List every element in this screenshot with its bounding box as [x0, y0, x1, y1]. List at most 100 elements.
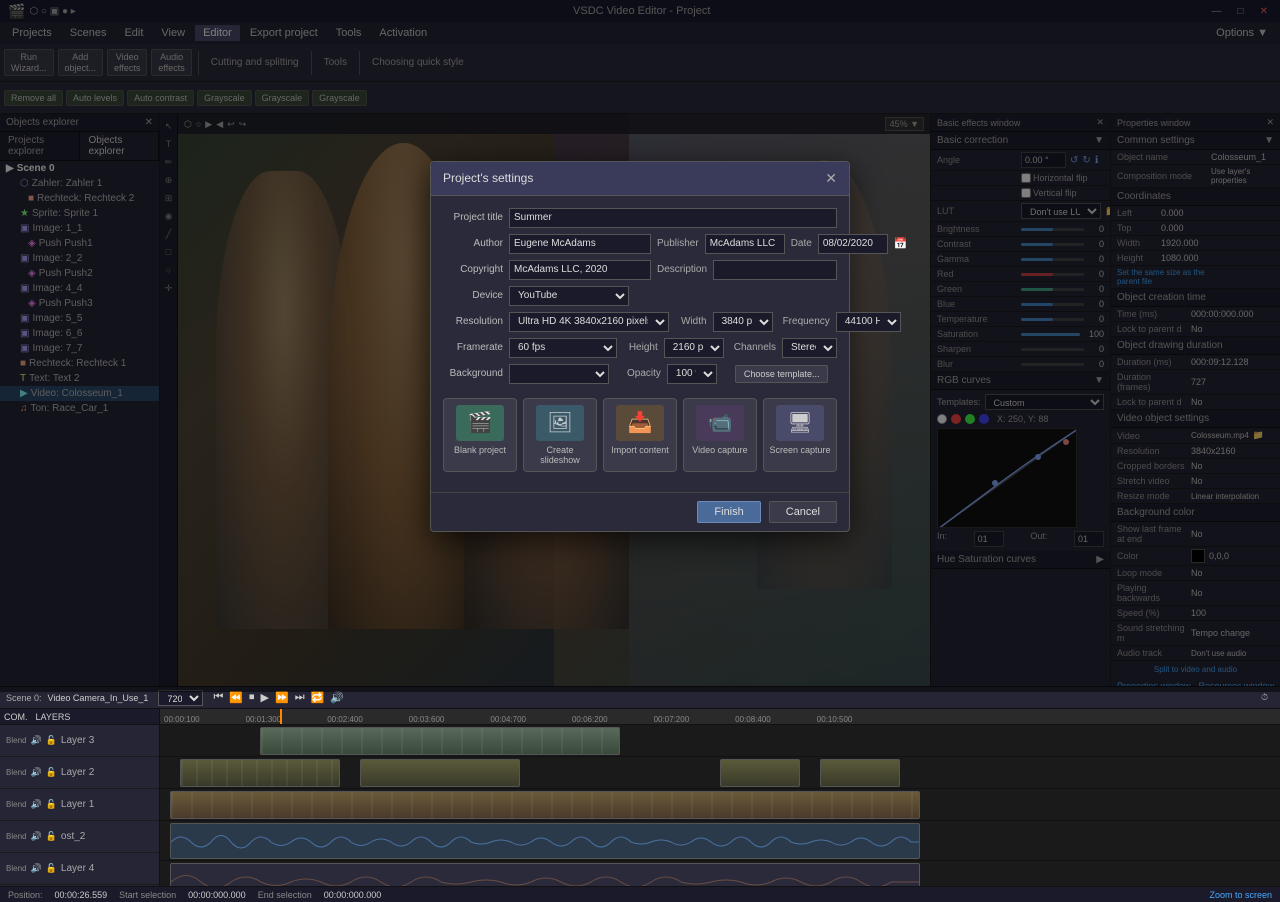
play2-btn[interactable]: ▶ [261, 691, 269, 704]
resolution-row: Resolution Ultra HD 4K 3840x2160 pixels … [443, 312, 837, 332]
template-slideshow[interactable]: 🖼 Create slideshow [523, 398, 597, 472]
timeline-content[interactable]: 00:00:100 00:01:300 00:02:400 00:03:600 … [160, 709, 1280, 886]
dialog-title-bar: Project's settings ✕ [431, 162, 849, 196]
device-select[interactable]: YouTube [509, 286, 629, 306]
height-select[interactable]: 2160 px [664, 338, 724, 358]
cancel-button[interactable]: Cancel [769, 501, 837, 523]
height-label-dlg: Height [629, 342, 658, 353]
dialog-body: Project title Author Publisher Date 📅 Co… [431, 196, 849, 492]
freq-label: Frequency [783, 316, 830, 327]
clip-layer4[interactable] [170, 863, 920, 886]
clip-layer1[interactable] [170, 791, 920, 819]
lock-3-icon[interactable]: 🔓 [46, 735, 57, 746]
timeline-clock: ⏱ [1261, 692, 1268, 703]
device-row: Device YouTube [443, 286, 837, 306]
copyright-label: Copyright [443, 264, 503, 275]
start-selection-label: Start selection [119, 890, 176, 900]
project-settings-dialog: Project's settings ✕ Project title Autho… [430, 161, 850, 532]
blend-2-label: Blend [6, 768, 26, 777]
clip-layer2c[interactable] [720, 759, 800, 787]
end-selection-label: End selection [258, 890, 312, 900]
track-row-ost [160, 821, 1280, 861]
clip-ost[interactable] [170, 823, 920, 859]
resolution-select-dialog[interactable]: Ultra HD 4K 3840x2160 pixels (16... [509, 312, 669, 332]
finish-button[interactable]: Finish [697, 501, 760, 523]
date-label: Date [791, 238, 812, 249]
channels-select[interactable]: Stereo [782, 338, 837, 358]
vol-btn[interactable]: 🔊 [330, 691, 344, 704]
lock-1-icon[interactable]: 🔓 [46, 799, 57, 810]
mute-1-icon[interactable]: 🔊 [30, 799, 41, 810]
template-screen-capture[interactable]: 🖥 Screen capture [763, 398, 837, 472]
background-select[interactable] [509, 364, 609, 384]
track-ost-name: ost_2 [61, 831, 85, 842]
scene-label: Scene 0: [6, 693, 42, 703]
template-video-capture[interactable]: 📹 Video capture [683, 398, 757, 472]
blend-4-label: Blend [6, 864, 26, 873]
slideshow-label: Create slideshow [528, 445, 592, 465]
mute-ost-icon[interactable]: 🔊 [30, 831, 41, 842]
project-title-input[interactable] [509, 208, 837, 228]
clip-layer2a[interactable] [180, 759, 340, 787]
date-input[interactable] [818, 234, 888, 254]
track-4-name: Layer 4 [61, 863, 94, 874]
next-btn[interactable]: ⏩ [275, 691, 289, 704]
channels-label: Channels [734, 342, 776, 353]
publisher-input[interactable] [705, 234, 785, 254]
template-import[interactable]: 📥 Import content [603, 398, 677, 472]
track-label-3: Blend 🔊 🔓 Layer 3 [0, 725, 159, 757]
zoom-to-screen-label[interactable]: Zoom to screen [1209, 890, 1272, 900]
playhead[interactable] [280, 709, 282, 724]
dialog-close-button[interactable]: ✕ [825, 170, 837, 187]
author-input[interactable] [509, 234, 651, 254]
frequency-select[interactable]: 44100 Hz [836, 312, 901, 332]
project-title-row: Project title [443, 208, 837, 228]
screen-capture-label: Screen capture [768, 445, 832, 455]
mute-3-icon[interactable]: 🔊 [30, 735, 41, 746]
clip-layer2b[interactable] [360, 759, 520, 787]
clip-layer3[interactable] [260, 727, 620, 755]
track-2-name: Layer 2 [61, 767, 94, 778]
resolution-label: Resolution [443, 316, 503, 327]
track-3-name: Layer 3 [61, 735, 94, 746]
lock-ost-icon[interactable]: 🔓 [46, 831, 57, 842]
timeline-ruler: 00:00:100 00:01:300 00:02:400 00:03:600 … [160, 709, 1280, 725]
screen-capture-icon: 🖥 [787, 410, 812, 435]
choose-template-button[interactable]: Choose template... [735, 365, 829, 383]
copyright-desc-row: Copyright Description [443, 260, 837, 280]
scene-name: Video Camera_In_Use_1 [48, 693, 149, 703]
end-btn[interactable]: ⏭ [295, 691, 305, 704]
template-blank[interactable]: 🎬 Blank project [443, 398, 517, 472]
calendar-icon[interactable]: 📅 [894, 237, 908, 250]
stop-btn[interactable]: ⏹ [249, 691, 255, 704]
track-1-name: Layer 1 [61, 799, 94, 810]
width-select[interactable]: 3840 px [713, 312, 773, 332]
timeline-panel: Scene 0: Video Camera_In_Use_1 720p ⏮ ⏪ … [0, 686, 1280, 886]
framerate-select[interactable]: 60 fps [509, 338, 617, 358]
play-btn[interactable]: ⏮ [213, 691, 223, 704]
mute-2-icon[interactable]: 🔊 [30, 767, 41, 778]
blank-project-icon: 🎬 [468, 410, 493, 435]
clip-layer2d[interactable] [820, 759, 900, 787]
project-title-label: Project title [443, 212, 503, 223]
opacity-select[interactable]: 100 % [667, 364, 717, 384]
background-row: Background Opacity 100 % Choose template… [443, 364, 837, 384]
mute-4-icon[interactable]: 🔊 [30, 863, 41, 874]
lock-2-icon[interactable]: 🔓 [46, 767, 57, 778]
description-input[interactable] [713, 260, 837, 280]
track-row-4 [160, 861, 1280, 886]
blend-ost-label: Blend [6, 832, 26, 841]
slideshow-icon: 🖼 [547, 410, 572, 435]
status-bar: Position: 00:00:26.559 Start selection 0… [0, 886, 1280, 902]
lock-4-icon[interactable]: 🔓 [46, 863, 57, 874]
position-value: 00:00:26.559 [55, 890, 108, 900]
copyright-input[interactable] [509, 260, 651, 280]
waveform-svg [171, 824, 920, 859]
loop-btn[interactable]: 🔁 [311, 691, 325, 704]
width-label: Width [681, 316, 707, 327]
track-label-2: Blend 🔊 🔓 Layer 2 [0, 757, 159, 789]
start-selection-value: 00:00:000.000 [188, 890, 246, 900]
dialog-overlay: Project's settings ✕ Project title Autho… [0, 0, 1280, 692]
prev-btn[interactable]: ⏪ [229, 691, 243, 704]
author-pub-date-row: Author Publisher Date 📅 [443, 234, 837, 254]
